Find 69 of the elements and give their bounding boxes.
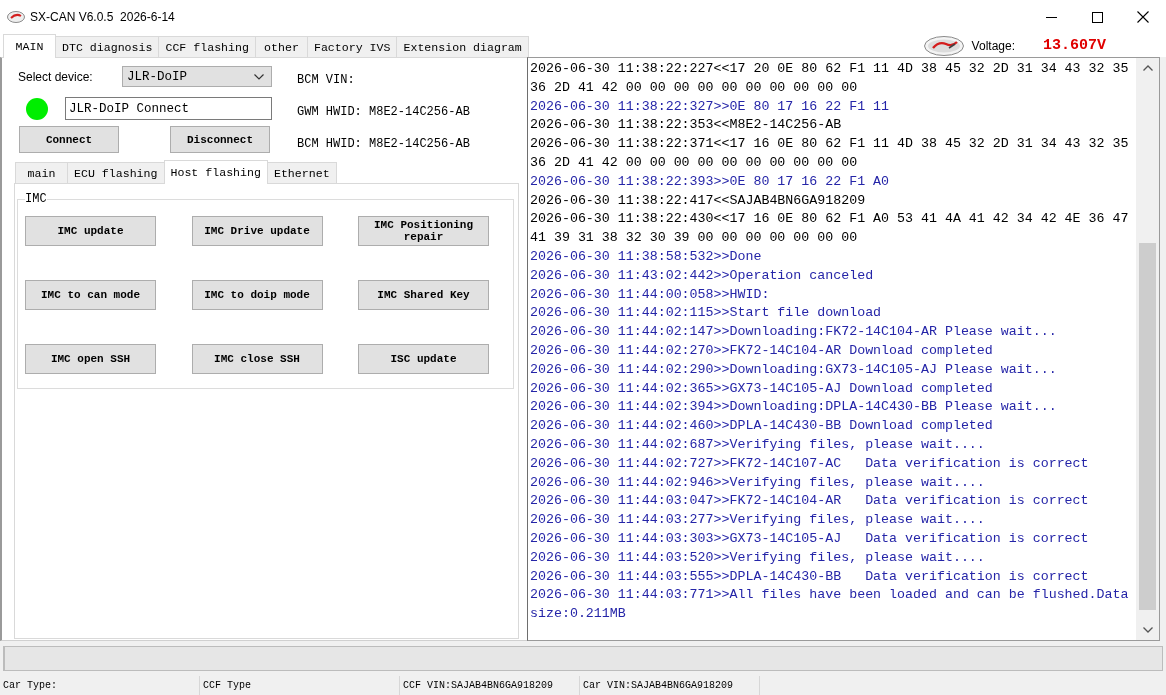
action-button[interactable]: IMC update [25, 216, 156, 246]
connection-field[interactable]: JLR-DoIP Connect [65, 97, 272, 120]
window-title: SX-CAN V6.0.5 2026-6-14 [30, 10, 175, 24]
log-line: 2026-06-30 11:44:02:290>>Downloading:GX73-14C105-AJ Please wait... [530, 360, 1058, 379]
log-line: 2026-06-30 11:44:02:460>>DPLA-14C430-BB Download completed [530, 417, 994, 436]
tab[interactable]: MAIN [3, 34, 56, 58]
tab[interactable]: main [15, 162, 68, 183]
log-line: 2026-06-30 11:44:02:687>>Verifying files, please wait.... [530, 435, 986, 454]
log-line: 2026-06-30 11:44:03:555>>DPLA-14C430-BB Data verification is correct [530, 567, 1090, 586]
log-line: 2026-06-30 11:44:03:047>>FK72-14C104-AR Data verification is correct [530, 492, 1090, 511]
log-line: 2026-06-30 11:38:58:532>>Done [530, 247, 763, 266]
log-line: 2026-06-30 11:44:02:147>>Downloading:FK72-14C104-AR Please wait... [530, 323, 1058, 342]
action-button[interactable]: IMC to can mode [25, 280, 156, 310]
action-button[interactable]: IMC to doip mode [191, 280, 323, 310]
log-line: 2026-06-30 11:44:03:520>>Verifying files, please wait.... [530, 548, 986, 567]
action-button[interactable]: ISC update [358, 344, 489, 374]
log-line: 2026-06-30 11:38:22:430<<17 16 0E 80 62 F1 A0 53 41 4A 41 42 34 42 4E 36 47 41 39 31 38 32 30 39 00 00 00 00 00 00 00 [530, 210, 1130, 248]
log-line: 2026-06-30 11:38:22:327>>0E 80 17 16 22 F1 11 [530, 97, 891, 116]
chevron-down-icon [254, 73, 264, 80]
tab[interactable]: Ethernet [266, 162, 337, 183]
connection-button[interactable]: Disconnect [170, 126, 270, 153]
log-line: 2026-06-30 11:44:02:115>>Start file download [530, 304, 883, 323]
info-label: BCM VIN: [297, 72, 355, 88]
log-line: 2026-06-30 11:44:00:058>>HWID: [530, 285, 771, 304]
scrollbar-thumb[interactable] [1139, 243, 1156, 610]
maximize-icon [1091, 11, 1103, 23]
status-text: CCF Type [200, 676, 400, 695]
action-button[interactable]: IMC open SSH [25, 344, 156, 374]
status-text: Car Type: [0, 676, 200, 695]
info-label: GWM HWID: M8E2-14C256-AB [297, 104, 470, 120]
tab[interactable]: Host flashing [163, 160, 268, 184]
log-line: 2026-06-30 11:38:22:227<<17 20 0E 80 62 F1 11 4D 38 45 32 2D 31 34 43 32 35 36 2D 41 42 00 00 00 00 00 00 00 00 00 00 [530, 60, 1130, 97]
chevron-down-icon [1142, 627, 1153, 633]
action-button[interactable]: IMC Shared Key [358, 280, 489, 310]
tab[interactable]: CCF flashing [158, 36, 256, 57]
log-line: 2026-06-30 11:38:22:371<<17 16 0E 80 62 F1 11 4D 38 45 32 2D 31 34 43 32 35 36 2D 41 42 00 00 00 00 00 00 00 00 00 00 [530, 135, 1130, 172]
log-line: 2026-06-30 11:38:22:393>>0E 80 17 16 22 F1 A0 [530, 172, 891, 191]
chevron-up-icon [1142, 65, 1153, 71]
log-line: 2026-06-30 11:44:03:277>>Verifying files, please wait.... [530, 511, 986, 530]
action-button[interactable]: IMC close SSH [191, 344, 323, 374]
log-line: 2026-06-30 11:44:03:303>>GX73-14C105-AJ Data verification is correct [530, 529, 1090, 548]
log-line: 2026-06-30 11:44:02:365>>GX73-14C105-AJ Download completed [530, 379, 994, 398]
tab[interactable]: ECU flashing [67, 162, 165, 183]
voltage-value: 13.607V [1043, 37, 1106, 54]
log-line: 2026-06-30 11:44:02:727>>FK72-14C107-AC Data verification is correct [530, 454, 1090, 473]
info-label: BCM HWID: M8E2-14C256-AB [297, 136, 470, 152]
app-logo-icon [7, 11, 25, 23]
group-title: IMC [25, 192, 47, 206]
log-line: 2026-06-30 11:38:22:353<<M8E2-14C256-AB [530, 116, 843, 135]
connection-button[interactable]: Connect [19, 126, 119, 153]
log-line: 2026-06-30 11:44:02:270>>FK72-14C104-AR Download completed [530, 341, 994, 360]
tab[interactable]: other [254, 36, 308, 57]
status-text: Car VIN:SAJAB4BN6GA918209 [580, 676, 760, 695]
log-line: 2026-06-30 11:44:03:771>>All files have been loaded and can be flushed.Data size:0.211MB [530, 586, 1130, 624]
status-text: CCF VIN:SAJAB4BN6GA918209 [400, 676, 580, 695]
log-line: 2026-06-30 11:38:22:417<<SAJAB4BN6GA918209 [530, 191, 867, 210]
log-line: 2026-06-30 11:44:02:394>>Downloading:DPLA-14C430-BB Please wait... [530, 398, 1058, 417]
log-line: 2026-06-30 11:44:02:946>>Verifying files, please wait.... [530, 473, 986, 492]
device-dropdown[interactable]: JLR-DoIP [122, 66, 272, 87]
voltage-label: Voltage: [971, 38, 1015, 53]
tab[interactable]: DTC diagnosis [55, 36, 160, 57]
minimize-icon [1045, 16, 1057, 18]
log-line: 2026-06-30 11:43:02:442>>Operation canceled [530, 266, 875, 285]
close-icon [1137, 11, 1149, 23]
action-button[interactable]: IMC Positioning repair [358, 216, 489, 246]
tab[interactable]: Factory IVS [306, 36, 398, 57]
device-label: Select device: [18, 69, 93, 84]
tab[interactable]: Extension diagram [396, 36, 529, 57]
action-button[interactable]: IMC Drive update [191, 216, 323, 246]
